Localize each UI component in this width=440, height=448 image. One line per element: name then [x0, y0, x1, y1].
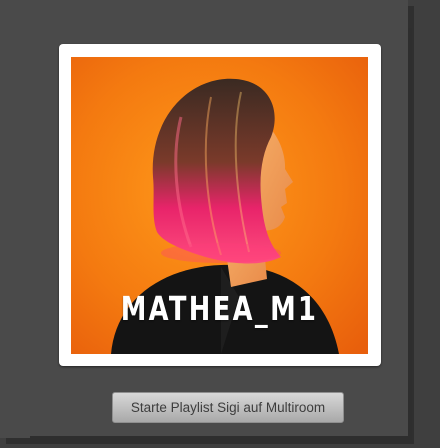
- start-playlist-button[interactable]: Starte Playlist Sigi auf Multiroom: [112, 392, 344, 423]
- album-cover-image[interactable]: MATHEA_M1: [71, 57, 368, 354]
- album-title: MATHEA_M1: [120, 289, 319, 328]
- panel-shadow-bottom: [30, 436, 412, 440]
- panel-shadow-right: [408, 28, 412, 440]
- album-cover-frame[interactable]: MATHEA_M1: [59, 44, 381, 366]
